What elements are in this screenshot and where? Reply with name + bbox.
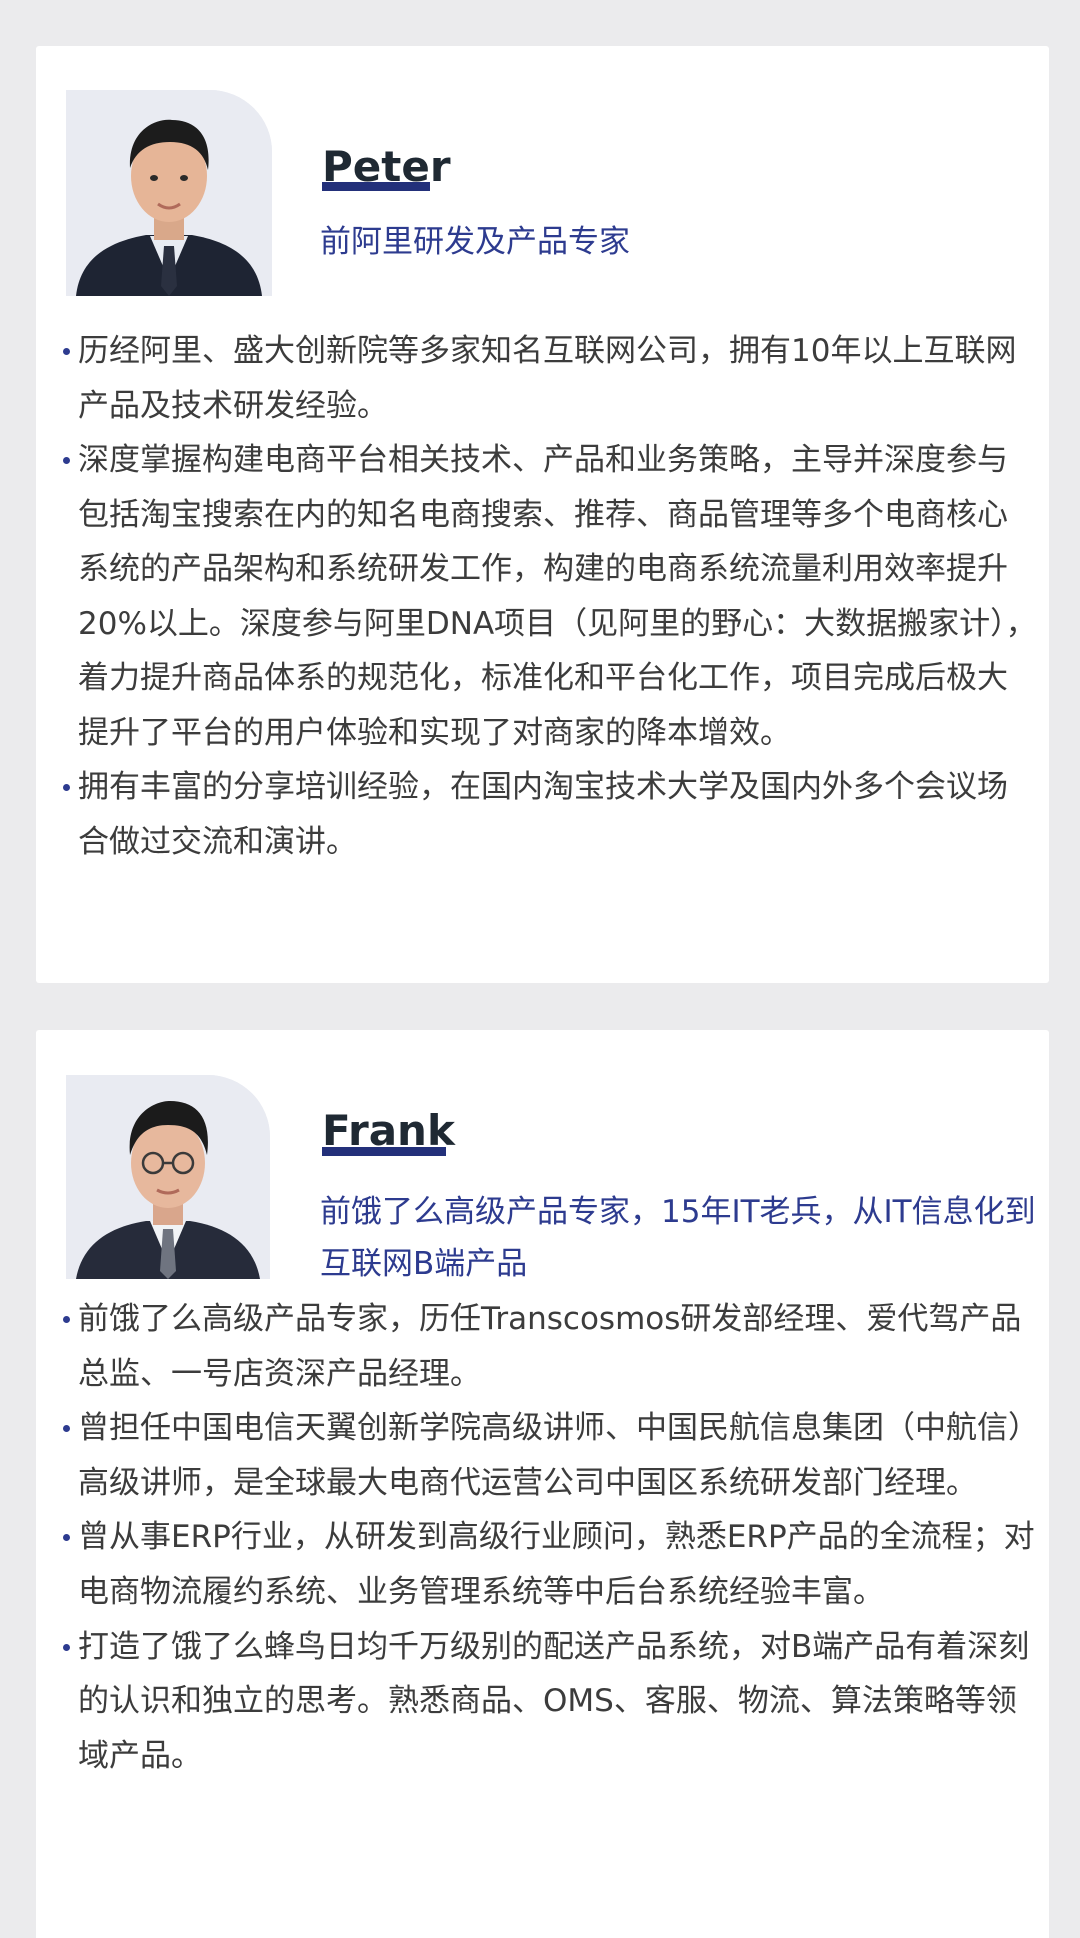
list-item: 曾担任中国电信天翼创新学院高级讲师、中国民航信息集团（中航信）高级讲师，是全球最… — [58, 1401, 1038, 1510]
list-item-text: 前饿了么高级产品专家，历任Transcosmos研发部经理、爱代驾产品总监、一号… — [78, 1301, 1022, 1392]
list-item-text: 打造了饿了么蜂鸟日均千万级别的配送产品系统，对B端产品有着深刻的认识和独立的思考… — [78, 1628, 1030, 1774]
experience-list: 前饿了么高级产品专家，历任Transcosmos研发部经理、爱代驾产品总监、一号… — [58, 1292, 1038, 1783]
list-item-text: 拥有丰富的分享培训经验，在国内淘宝技术大学及国内外多个会议场合做过交流和演讲。 — [78, 769, 1008, 860]
list-item: 深度掌握构建电商平台相关技术、产品和业务策略，主导并深度参与包括淘宝搜索在内的知… — [58, 433, 1038, 760]
profile-photo — [66, 1075, 270, 1279]
list-item: 曾从事ERP行业，从研发到高级行业顾问，熟悉ERP产品的全流程；对电商物流履约系… — [58, 1510, 1038, 1619]
list-item-text: 曾担任中国电信天翼创新学院高级讲师、中国民航信息集团（中航信）高级讲师，是全球最… — [78, 1410, 1024, 1501]
list-item: 打造了饿了么蜂鸟日均千万级别的配送产品系统，对B端产品有着深刻的认识和独立的思考… — [58, 1620, 1038, 1784]
list-item: 前饿了么高级产品专家，历任Transcosmos研发部经理、爱代驾产品总监、一号… — [58, 1292, 1038, 1401]
person-avatar-icon — [66, 90, 272, 296]
name-underline — [322, 182, 430, 191]
bullet-dot-icon — [63, 1643, 70, 1651]
page: Peter 前阿里研发及产品专家 历经阿里、盛大创新院等多家知名互联网公司，拥有… — [0, 0, 1080, 1938]
bullet-dot-icon — [63, 1316, 70, 1323]
profile-photo — [66, 90, 272, 296]
list-item-text: 深度掌握构建电商平台相关技术、产品和业务策略，主导并深度参与包括淘宝搜索在内的知… — [78, 442, 1037, 751]
profile-title: 前阿里研发及产品专家 — [320, 224, 630, 260]
name-underline — [322, 1147, 446, 1156]
profile-title: 前饿了么高级产品专家，15年IT老兵，从IT信息化到互联网B端产品 — [320, 1194, 1036, 1282]
experience-list: 历经阿里、盛大创新院等多家知名互联网公司，拥有10年以上互联网产品及技术研发经验… — [58, 324, 1038, 869]
list-item: 历经阿里、盛大创新院等多家知名互联网公司，拥有10年以上互联网产品及技术研发经验… — [58, 324, 1038, 433]
person-avatar-icon — [66, 1075, 270, 1279]
list-item: 拥有丰富的分享培训经验，在国内淘宝技术大学及国内外多个会议场合做过交流和演讲。 — [58, 760, 1038, 869]
bullet-dot-icon — [63, 784, 70, 791]
list-item-text: 历经阿里、盛大创新院等多家知名互联网公司，拥有10年以上互联网产品及技术研发经验… — [78, 333, 1017, 424]
bullet-dot-icon — [63, 457, 70, 464]
profile-card-frank: Frank 前饿了么高级产品专家，15年IT老兵，从IT信息化到互联网B端产品 … — [36, 1030, 1049, 1938]
profile-card-peter: Peter 前阿里研发及产品专家 历经阿里、盛大创新院等多家知名互联网公司，拥有… — [36, 46, 1049, 983]
list-item-text: 曾从事ERP行业，从研发到高级行业顾问，熟悉ERP产品的全流程；对电商物流履约系… — [78, 1519, 1035, 1610]
bullet-dot-icon — [63, 1425, 70, 1433]
bullet-dot-icon — [63, 348, 70, 355]
bullet-dot-icon — [63, 1534, 70, 1542]
